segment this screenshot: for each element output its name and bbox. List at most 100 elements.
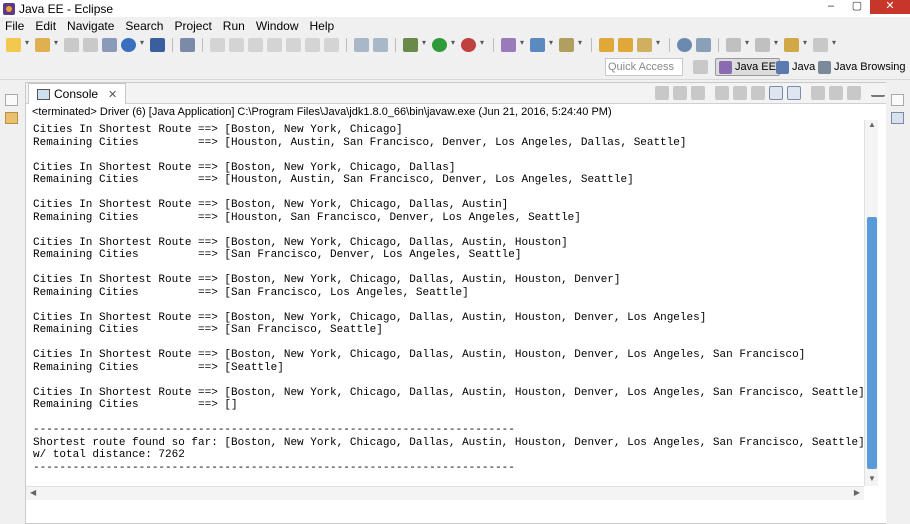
next-annotation-dropdown-icon[interactable]: ▾ [745,38,751,52]
console-line: Remaining Cities ==> [San Francisco, Los… [33,286,469,299]
menu-help[interactable]: Help [305,19,341,33]
menu-run[interactable]: Run [218,19,251,33]
horizontal-scrollbar[interactable]: ◀ ▶ [26,486,864,500]
open-icon[interactable] [35,38,50,52]
pin-console-icon[interactable] [811,86,825,100]
external-tools-dropdown-icon[interactable]: ▾ [480,38,486,52]
perspective-java-ee[interactable]: Java EE [715,58,780,76]
coverage-dropdown-icon[interactable]: ▾ [578,38,584,52]
menu-navigate[interactable]: Navigate [62,19,120,33]
scroll-right-icon[interactable]: ▶ [854,488,860,497]
pin-editor-icon[interactable] [696,38,711,52]
restore-icon[interactable] [5,94,18,106]
perspective-java-browsing[interactable]: Java Browsing [818,58,906,76]
scroll-left-icon[interactable]: ◀ [30,488,36,497]
show-stdout-icon[interactable] [769,86,783,100]
maximize-button[interactable]: ▢ [844,0,870,14]
remove-launch-icon[interactable] [673,86,687,100]
forward-dropdown-icon[interactable]: ▾ [832,38,838,52]
debug-dropdown-icon[interactable]: ▾ [422,38,428,52]
minimize-button[interactable]: – [818,0,844,14]
new-project-dropdown-icon[interactable]: ▾ [520,38,526,52]
view-toolbar [655,86,903,100]
scroll-up-icon[interactable]: ▲ [865,120,879,132]
package-explorer-icon[interactable] [5,112,18,124]
previous-annotation-dropdown-icon[interactable]: ▾ [774,38,780,52]
debug-icon[interactable] [403,38,418,52]
display-console-icon[interactable] [829,86,843,100]
web-browser-icon[interactable] [677,38,692,52]
show-stderr-icon[interactable] [787,86,801,100]
print-icon[interactable] [102,38,117,52]
run-icon[interactable] [432,38,447,52]
resume-icon[interactable] [210,38,225,52]
vertical-scrollbar[interactable]: ▲ ▼ [864,120,878,486]
console-line: Remaining Cities ==> [Seattle] [33,361,284,374]
menu-window[interactable]: Window [251,19,305,33]
new-class-icon[interactable] [530,38,545,52]
coverage-icon[interactable] [559,38,574,52]
menu-project[interactable]: Project [169,19,217,33]
open-task-icon[interactable] [618,38,633,52]
search-dropdown-icon[interactable]: ▾ [656,38,662,52]
skip-breakpoints-icon[interactable] [180,38,195,52]
server-dropdown-icon[interactable]: ▾ [140,38,146,52]
close-button[interactable]: ✕ [870,0,910,14]
open-type-icon[interactable] [599,38,614,52]
save-all-icon[interactable] [83,38,98,52]
clear-console-icon[interactable] [715,86,729,100]
step-into-icon[interactable] [286,38,301,52]
step-return-icon[interactable] [324,38,339,52]
open-perspective-icon[interactable] [693,60,708,74]
console-line: Remaining Cities ==> [Houston, Austin, S… [33,136,687,149]
title-bar: Java EE - Eclipse – ▢ ✕ [0,0,910,17]
open-console-icon[interactable] [847,86,861,100]
new-icon[interactable] [6,38,21,52]
process-status: <terminated> Driver (6) [Java Applicatio… [32,106,612,118]
toolbar-separator [346,38,347,52]
open-dropdown-icon[interactable]: ▾ [54,38,60,52]
save-icon[interactable] [64,38,79,52]
window-controls: – ▢ ✕ [818,0,910,14]
new-java-project-icon[interactable] [501,38,516,52]
tab-console[interactable]: Console ✕ [28,83,127,104]
console-line: Remaining Cities ==> [] [33,399,238,411]
terminate-icon[interactable] [655,86,669,100]
step-over-icon[interactable] [305,38,320,52]
back-icon[interactable] [784,38,799,52]
new-class-dropdown-icon[interactable]: ▾ [549,38,555,52]
forward-icon[interactable] [813,38,828,52]
suspend-icon[interactable] [229,38,244,52]
minimize-view-icon[interactable] [871,89,885,97]
toolbar-separator [669,38,670,52]
search-icon[interactable] [637,38,652,52]
back-dropdown-icon[interactable]: ▾ [803,38,809,52]
menu-file[interactable]: File [0,19,30,33]
scrollbar-thumb[interactable] [867,217,877,469]
menu-search[interactable]: Search [120,19,169,33]
scroll-down-icon[interactable]: ▼ [865,474,879,486]
terminate-icon[interactable] [248,38,263,52]
console-line: Cities In Shortest Route ==> [Boston, Ne… [33,161,456,174]
main-toolbar: ▾ ▾ ▾ ▾ ▾ ▾ ▾ ▾ ▾ ▾ ▾ ▾ ▾ ▾ [0,35,910,55]
terminal-icon[interactable] [150,38,165,52]
disconnect-icon[interactable] [267,38,282,52]
outline-icon[interactable] [891,112,904,124]
restore-right-icon[interactable] [891,94,904,106]
console-output[interactable]: Cities In Shortest Route ==> [Boston, Ne… [26,120,864,486]
scroll-lock-icon[interactable] [733,86,747,100]
drop-to-frame-icon[interactable] [354,38,369,52]
external-tools-icon[interactable] [461,38,476,52]
run-dropdown-icon[interactable]: ▾ [451,38,457,52]
next-annotation-icon[interactable] [726,38,741,52]
server-icon[interactable] [121,38,136,52]
remove-all-terminated-icon[interactable] [691,86,705,100]
word-wrap-icon[interactable] [751,86,765,100]
close-tab-icon[interactable]: ✕ [108,88,117,101]
use-step-filters-icon[interactable] [373,38,388,52]
quick-access-input[interactable]: Quick Access [605,58,683,76]
perspective-java[interactable]: Java [776,58,815,76]
menu-edit[interactable]: Edit [30,19,62,33]
previous-annotation-icon[interactable] [755,38,770,52]
new-dropdown-icon[interactable]: ▾ [25,38,31,52]
